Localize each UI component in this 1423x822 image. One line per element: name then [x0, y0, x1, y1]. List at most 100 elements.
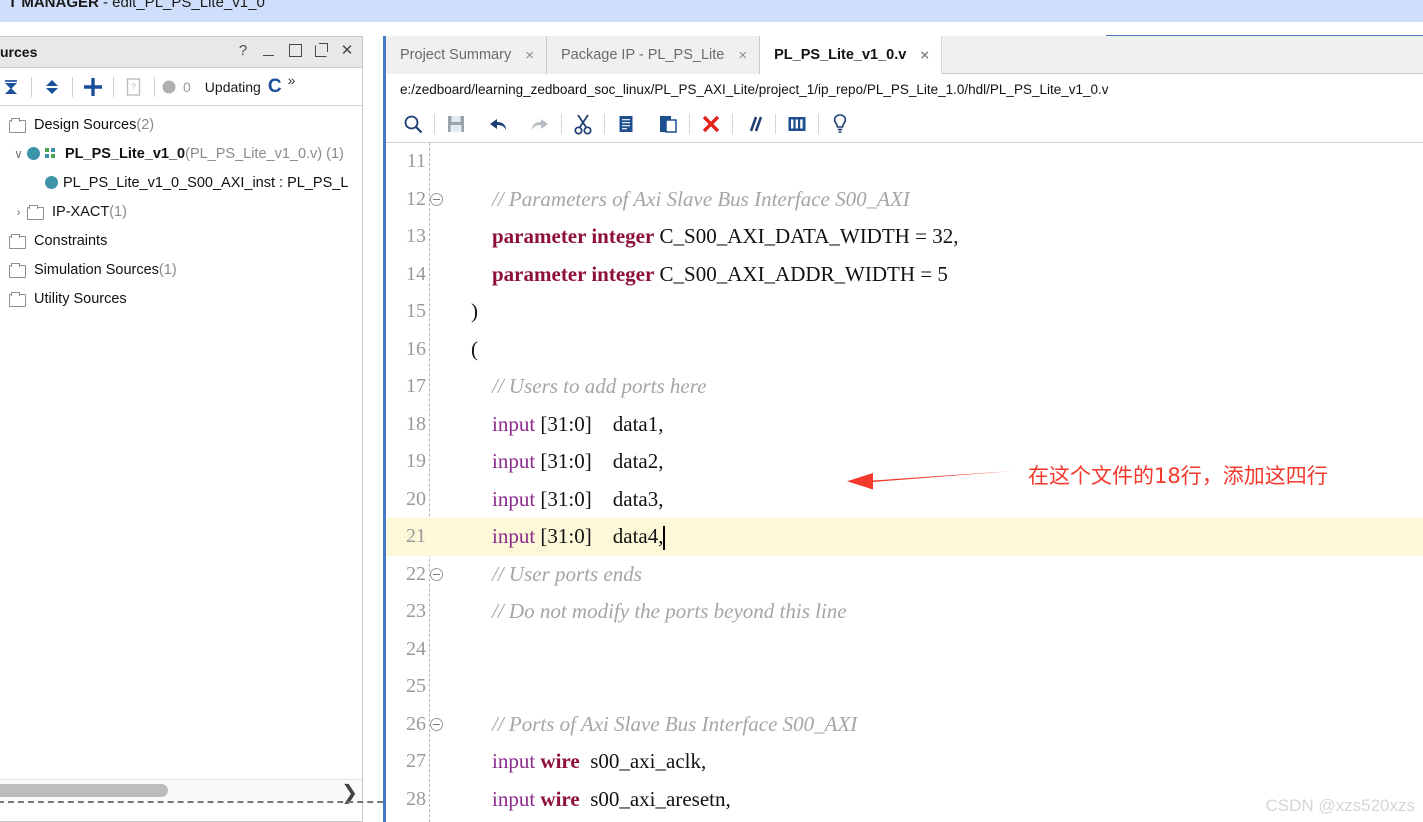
collapse-fold-icon[interactable]: [429, 717, 443, 731]
tree-item[interactable]: ∨ PL_PS_Lite_v1_0 (PL_PS_Lite_v1_0.v) (1): [0, 139, 362, 168]
code-line[interactable]: 14 parameter integer C_S00_AXI_ADDR_WIDT…: [386, 256, 1423, 294]
tab-close-icon[interactable]: ×: [525, 48, 534, 63]
code-token-plain: s00_axi_aresetn,: [579, 786, 731, 811]
code-line-text: // Parameters of Axi Slave Bus Interface…: [446, 187, 1423, 212]
code-line[interactable]: 12 // Parameters of Axi Slave Bus Interf…: [386, 181, 1423, 219]
fold-toggle[interactable]: [426, 717, 446, 731]
annotation-text: 在这个文件的18行，添加这四行: [1028, 464, 1328, 488]
tree-item[interactable]: PL_PS_Lite_v1_0_S00_AXI_inst : PL_PS_L: [0, 168, 362, 197]
status-count[interactable]: 0: [157, 79, 195, 95]
line-number: 20: [406, 487, 426, 510]
code-line[interactable]: 15 ): [386, 293, 1423, 331]
collapse-fold-icon[interactable]: [429, 567, 443, 581]
refresh-icon[interactable]: C: [268, 77, 282, 96]
code-line[interactable]: 13 parameter integer C_S00_AXI_DATA_WIDT…: [386, 218, 1423, 256]
tab-close-icon[interactable]: ×: [738, 48, 747, 63]
columns-icon[interactable]: [776, 109, 818, 139]
code-token-cmt: // Do not modify the ports beyond this l…: [492, 599, 847, 624]
tree-item[interactable]: Simulation Sources (1): [0, 255, 362, 284]
undo-icon[interactable]: [477, 109, 519, 139]
line-number: 23: [406, 600, 426, 623]
editor-tab[interactable]: PL_PS_Lite_v1_0.v ×: [760, 36, 943, 74]
code-line-text: parameter integer C_S00_AXI_ADDR_WIDTH =…: [446, 262, 1423, 287]
tree-item-label: Simulation Sources: [34, 261, 159, 278]
tree-item[interactable]: Utility Sources: [0, 284, 362, 313]
code-line[interactable]: 26 // Ports of Axi Slave Bus Interface S…: [386, 706, 1423, 744]
line-number: 12: [406, 187, 426, 210]
toolbar-divider: [72, 76, 73, 97]
minimize-icon[interactable]: [262, 41, 276, 59]
editor-tab[interactable]: Project Summary ×: [386, 36, 547, 74]
code-line[interactable]: 21 input [31:0] data4,: [386, 518, 1423, 556]
updating-label: Updating: [204, 78, 261, 95]
copy-icon[interactable]: [605, 109, 647, 139]
tree-item[interactable]: Design Sources (2): [0, 110, 362, 139]
sources-horizontal-scrollbar[interactable]: ❯: [0, 779, 362, 804]
window-title-sub: - edit_PL_PS_Lite_v1_0: [98, 0, 265, 11]
folder-icon: [9, 233, 27, 249]
add-sources-plus-icon[interactable]: [75, 72, 111, 102]
tree-item-label: IP-XACT: [52, 203, 110, 220]
collapse-all-icon[interactable]: [0, 72, 29, 102]
code-line[interactable]: 27 input wire s00_axi_aclk,: [386, 743, 1423, 781]
code-line[interactable]: 16 (: [386, 331, 1423, 369]
fold-toggle[interactable]: [426, 567, 446, 581]
tree-item-detail: (PL_PS_Lite_v1_0.v) (1): [185, 145, 344, 162]
cut-icon[interactable]: [562, 109, 604, 139]
close-icon[interactable]: ✕: [340, 41, 354, 59]
folder-icon: [9, 262, 27, 278]
code-line-text: input [31:0] data4,: [446, 524, 1423, 551]
code-line-text: // Users to add ports here: [446, 374, 1423, 399]
comment-icon[interactable]: [733, 109, 775, 139]
code-line-text: ): [446, 299, 1423, 324]
code-token-plain: [31:0] data3,: [535, 486, 664, 511]
collapse-fold-icon[interactable]: [429, 192, 443, 206]
code-line[interactable]: 23 // Do not modify the ports beyond thi…: [386, 593, 1423, 631]
code-line[interactable]: 22 // User ports ends: [386, 556, 1423, 594]
fold-toggle[interactable]: [426, 192, 446, 206]
toolbar-divider: [31, 76, 32, 97]
code-line[interactable]: 17 // Users to add ports here: [386, 368, 1423, 406]
line-number: 17: [406, 375, 426, 398]
line-number: 15: [406, 300, 426, 323]
tree-item[interactable]: › IP-XACT (1): [0, 197, 362, 226]
tree-item-detail: (1): [158, 261, 177, 278]
save-icon[interactable]: [435, 109, 477, 139]
sources-tree: Design Sources (2) ∨ PL_PS_Lite_v1_0 (PL_P…: [0, 106, 362, 778]
sources-panel-header-buttons: ? ✕: [236, 41, 354, 59]
line-number: 18: [406, 412, 426, 435]
code-token-plain: ): [450, 299, 478, 324]
report-icon[interactable]: ?: [116, 72, 152, 102]
twisty-icon[interactable]: ›: [10, 205, 27, 219]
toolbar-divider: [113, 76, 114, 97]
code-line[interactable]: 24: [386, 631, 1423, 669]
code-line[interactable]: 18 input [31:0] data1,: [386, 406, 1423, 444]
expand-all-icon[interactable]: [34, 72, 70, 102]
editor-tab[interactable]: Package IP - PL_PS_Lite ×: [546, 36, 761, 74]
toolbar-overflow-icon[interactable]: »: [288, 72, 296, 88]
float-icon[interactable]: [314, 41, 328, 59]
tab-close-icon[interactable]: ×: [920, 48, 929, 63]
line-number: 22: [406, 562, 426, 585]
editor-tab-label: Package IP - PL_PS_Lite: [560, 47, 725, 63]
sources-panel-toolbar: ? 0 Updating C »: [0, 68, 362, 106]
search-icon[interactable]: [392, 109, 434, 139]
twisty-icon[interactable]: ∨: [10, 147, 27, 161]
code-line[interactable]: 11: [386, 143, 1423, 181]
window-title: T MANAGER - edit_PL_PS_Lite_v1_0: [8, 0, 265, 11]
code-line-text: parameter integer C_S00_AXI_DATA_WIDTH =…: [446, 224, 1423, 249]
maximize-icon[interactable]: [288, 41, 302, 59]
line-number: 21: [406, 525, 426, 548]
tree-item-label: Utility Sources: [34, 290, 127, 307]
lightbulb-icon[interactable]: [819, 109, 861, 139]
scrollbar-thumb[interactable]: [0, 784, 168, 797]
delete-icon[interactable]: [690, 109, 732, 139]
paste-icon[interactable]: [647, 109, 689, 139]
help-icon[interactable]: ?: [236, 41, 250, 59]
code-line[interactable]: 25: [386, 668, 1423, 706]
tree-item[interactable]: Constraints: [0, 226, 362, 255]
